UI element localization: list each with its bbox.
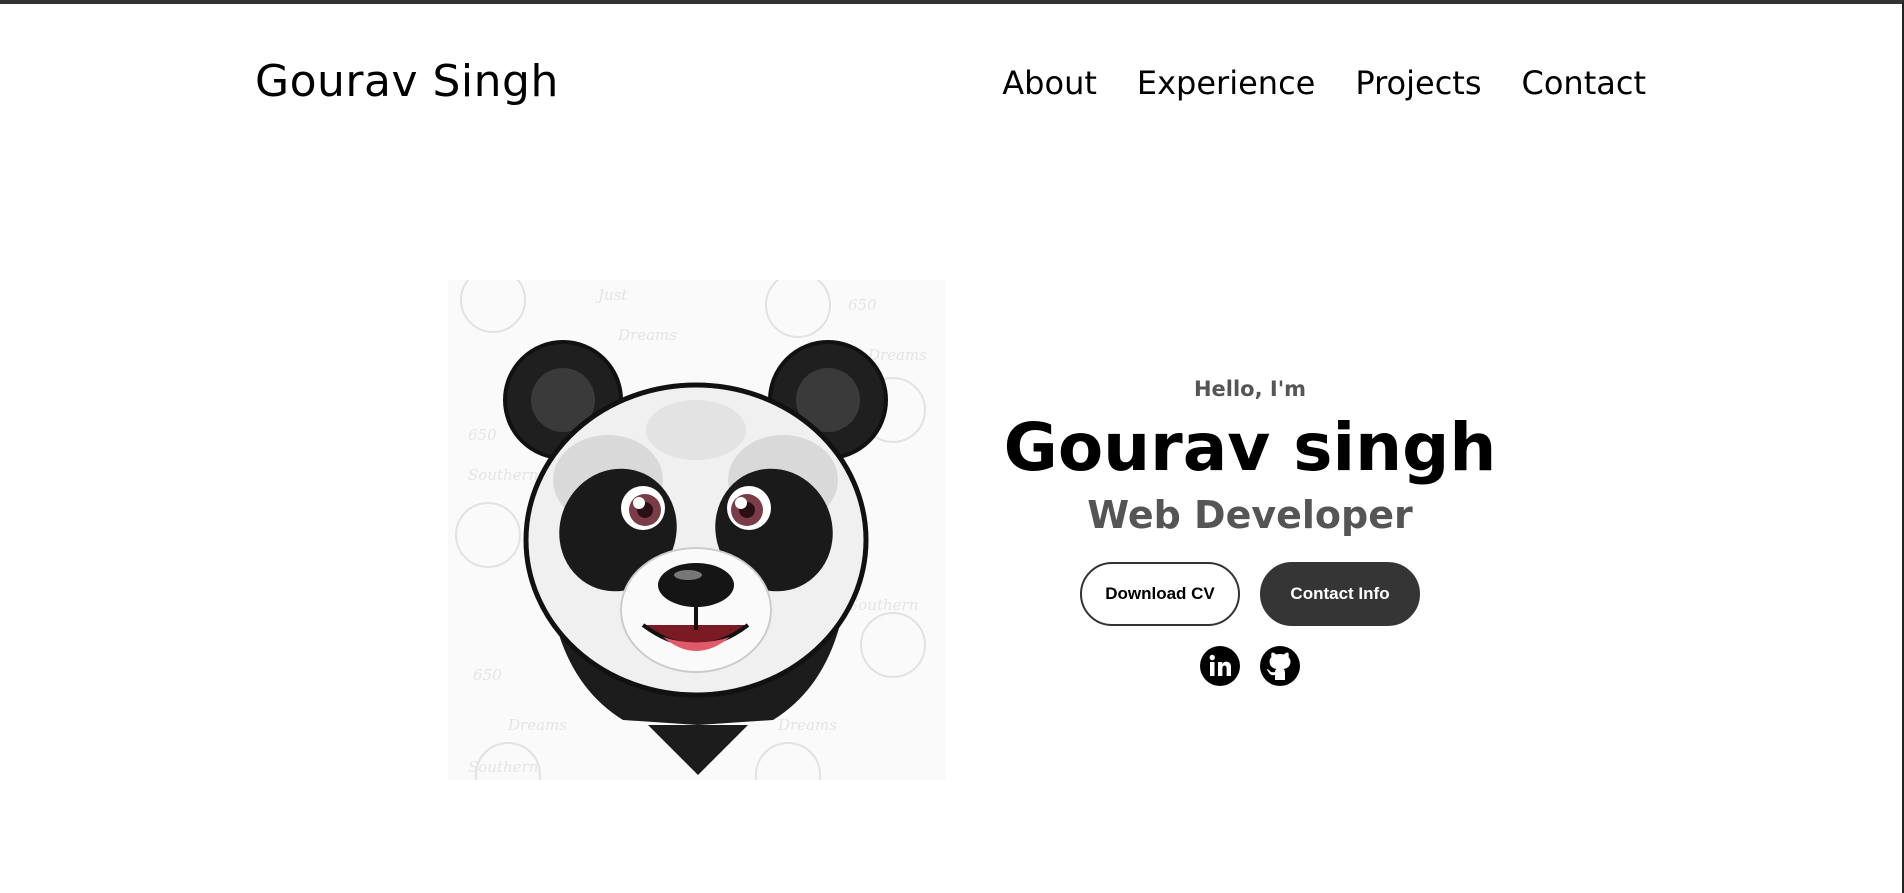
nav-link-projects[interactable]: Projects (1355, 64, 1481, 102)
svg-text:Dreams: Dreams (617, 326, 677, 344)
github-icon[interactable] (1260, 646, 1300, 686)
svg-text:650: 650 (473, 666, 502, 684)
site-logo[interactable]: Gourav Singh (255, 56, 559, 107)
social-links (1000, 646, 1500, 686)
hero-role: Web Developer (1087, 493, 1413, 537)
nav-link-contact[interactable]: Contact (1522, 64, 1647, 102)
nav-item-contact: Contact (1522, 64, 1647, 102)
contact-info-button[interactable]: Contact Info (1260, 562, 1420, 626)
nav-link-experience[interactable]: Experience (1137, 64, 1315, 102)
svg-text:Dreams: Dreams (507, 716, 567, 734)
desktop-nav: Gourav Singh About Experience Projects C… (0, 4, 1902, 164)
svg-text:Dreams: Dreams (777, 716, 837, 734)
hero-text: Hello, I'm Gourav singh Web Developer Do… (1000, 374, 1500, 686)
profile-picture: Just Dreams 650 Dreams 650 Southern Drea… (448, 280, 946, 780)
panda-illustration: Just Dreams 650 Dreams 650 Southern Drea… (455, 280, 927, 780)
svg-text:650: 650 (848, 296, 877, 314)
nav-links: About Experience Projects Contact (1002, 64, 1646, 102)
svg-text:Dreams: Dreams (867, 346, 927, 364)
download-cv-button[interactable]: Download CV (1080, 562, 1240, 626)
hero-name: Gourav singh (1003, 409, 1497, 486)
svg-text:Southern: Southern (468, 758, 538, 776)
nav-item-projects: Projects (1355, 64, 1481, 102)
nav-link-about[interactable]: About (1002, 64, 1097, 102)
svg-text:Just: Just (595, 286, 628, 304)
svg-text:Southern: Southern (848, 596, 918, 614)
svg-text:650: 650 (468, 426, 497, 444)
nav-item-about: About (1002, 64, 1097, 102)
page: Gourav Singh About Experience Projects C… (0, 0, 1904, 893)
linkedin-icon[interactable] (1200, 646, 1240, 686)
button-row: Download CV Contact Info (1000, 562, 1500, 626)
greeting: Hello, I'm (1193, 377, 1307, 401)
nav-item-experience: Experience (1137, 64, 1315, 102)
